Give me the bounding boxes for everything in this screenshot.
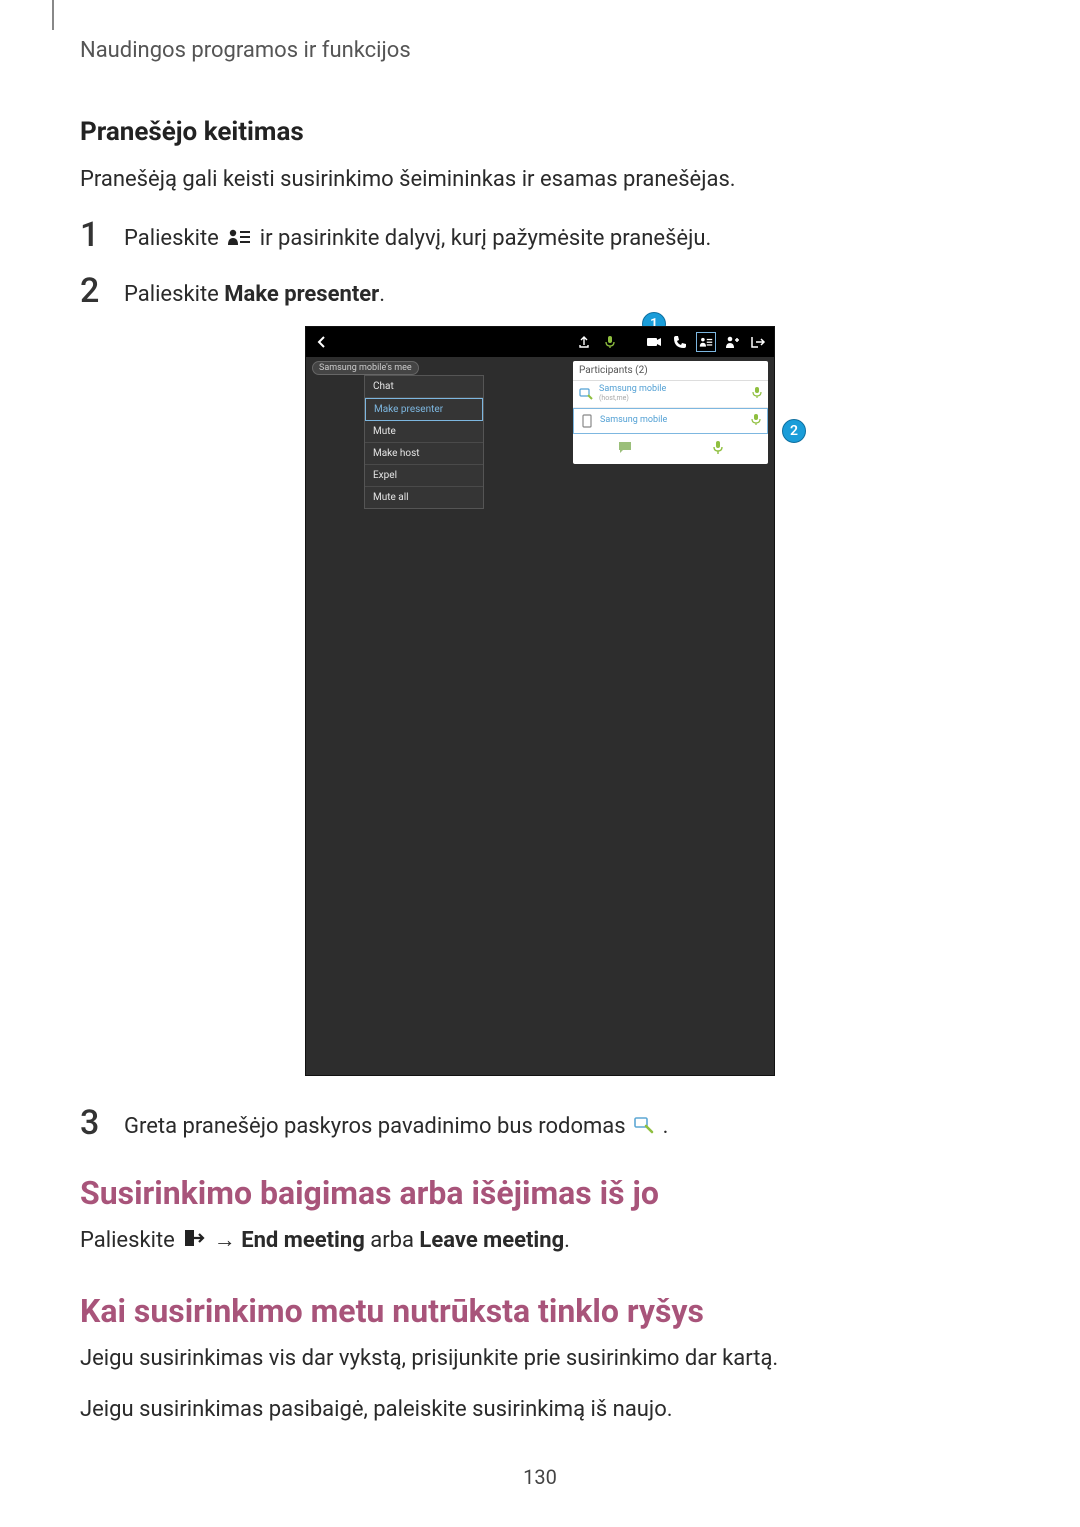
device-screenshot: Samsung mobile's mee Chat Make presenter… (305, 326, 775, 1076)
participants-icon (696, 332, 716, 352)
phone-icon (670, 332, 690, 352)
section-heading-presenter-change: Pranešėjo keitimas (80, 117, 1000, 147)
step-number: 1 (80, 218, 124, 252)
mic-status-icon (600, 332, 620, 352)
network-p2: Jeigu susirinkimas pasibaigė, paleiskite… (80, 1393, 1000, 1426)
mic-icon (752, 386, 762, 402)
t-c: End meeting (241, 1228, 365, 1253)
intro-text: Pranešėją gali keisti susirinkimo šeimin… (80, 163, 1000, 196)
device-topbar (306, 327, 774, 357)
network-p1: Jeigu susirinkimas vis dar vykstą, prisi… (80, 1342, 1000, 1375)
step-text: Palieskite ir pasirinkite dalyvį, kurį p… (124, 218, 711, 252)
step3-text-b: . (663, 1114, 669, 1139)
page-content: Naudingos programos ir funkcijos Pranešė… (0, 0, 1080, 1426)
step-number: 3 (80, 1106, 124, 1140)
context-menu: Chat Make presenter Mute Make host Expel… (364, 375, 484, 509)
participant-sub: (host,me) (599, 395, 746, 403)
t-a: Palieskite (80, 1228, 180, 1253)
t-d: arba (365, 1228, 420, 1253)
presenter-indicator-icon (634, 1115, 654, 1140)
step-2: 2 Palieskite Make presenter. (80, 274, 1000, 308)
device-indicator-icon (580, 414, 594, 428)
ctx-make-presenter: Make presenter (365, 398, 483, 421)
ctx-mute: Mute (365, 421, 483, 443)
presenter-indicator-icon (579, 387, 593, 401)
callout-badge-2: 2 (782, 419, 806, 443)
breadcrumb: Naudingos programos ir funkcijos (80, 38, 1000, 63)
panel-header: Participants (2) (573, 361, 768, 381)
participant-row-selected: Samsung mobile (573, 408, 768, 434)
step2-bold: Make presenter (224, 282, 379, 307)
end-meeting-text: Palieskite → End meeting arba Leave meet… (80, 1224, 1000, 1258)
step-1: 1 Palieskite ir pasirinkite dalyvį, kurį… (80, 218, 1000, 252)
section-heading-end-meeting: Susirinkimo baigimas arba išėjimas iš jo (80, 1174, 1000, 1212)
meeting-chip: Samsung mobile's mee (312, 361, 419, 375)
exit-icon (748, 332, 768, 352)
add-participant-icon (722, 332, 742, 352)
step3-text-a: Greta pranešėjo paskyros pavadinimo bus … (124, 1114, 631, 1139)
section-heading-network-lost: Kai susirinkimo metu nutrūksta tinklo ry… (80, 1292, 1000, 1330)
participant-name: Samsung mobile (600, 416, 745, 426)
panel-footer (573, 434, 768, 464)
ctx-make-host: Make host (365, 443, 483, 465)
chat-bubble-icon (617, 440, 633, 458)
device-figure: 1 2 3 (285, 326, 795, 1076)
participants-list-icon (227, 227, 251, 252)
participants-panel: Participants (2) Samsung mobile (host,me… (573, 361, 768, 464)
ctx-chat: Chat (365, 376, 483, 398)
step-text: Greta pranešėjo paskyros pavadinimo bus … (124, 1106, 668, 1140)
ctx-mute-all: Mute all (365, 487, 483, 508)
step2-text-c: . (379, 282, 385, 307)
step1-text-a: Palieskite (124, 226, 224, 251)
participant-name: Samsung mobile (host,me) (599, 385, 746, 403)
video-icon (644, 332, 664, 352)
t-b: → (214, 1228, 241, 1253)
margin-rule (52, 0, 54, 30)
step2-text-a: Palieskite (124, 282, 224, 307)
mic-icon (751, 413, 761, 429)
step-text: Palieskite Make presenter. (124, 274, 385, 307)
share-icon (574, 332, 594, 352)
step1-text-b: ir pasirinkite dalyvį, kurį pažymėsite p… (260, 226, 712, 251)
participant-row: Samsung mobile (host,me) (573, 381, 768, 408)
t-f: . (564, 1228, 570, 1253)
mic-footer-icon (712, 440, 724, 458)
exit-meeting-icon (183, 1225, 205, 1258)
step-3: 3 Greta pranešėjo paskyros pavadinimo bu… (80, 1106, 1000, 1140)
step-number: 2 (80, 274, 124, 308)
ctx-expel: Expel (365, 465, 483, 487)
back-icon (312, 332, 332, 352)
t-e: Leave meeting (419, 1228, 564, 1253)
page-number: 130 (0, 1465, 1080, 1489)
